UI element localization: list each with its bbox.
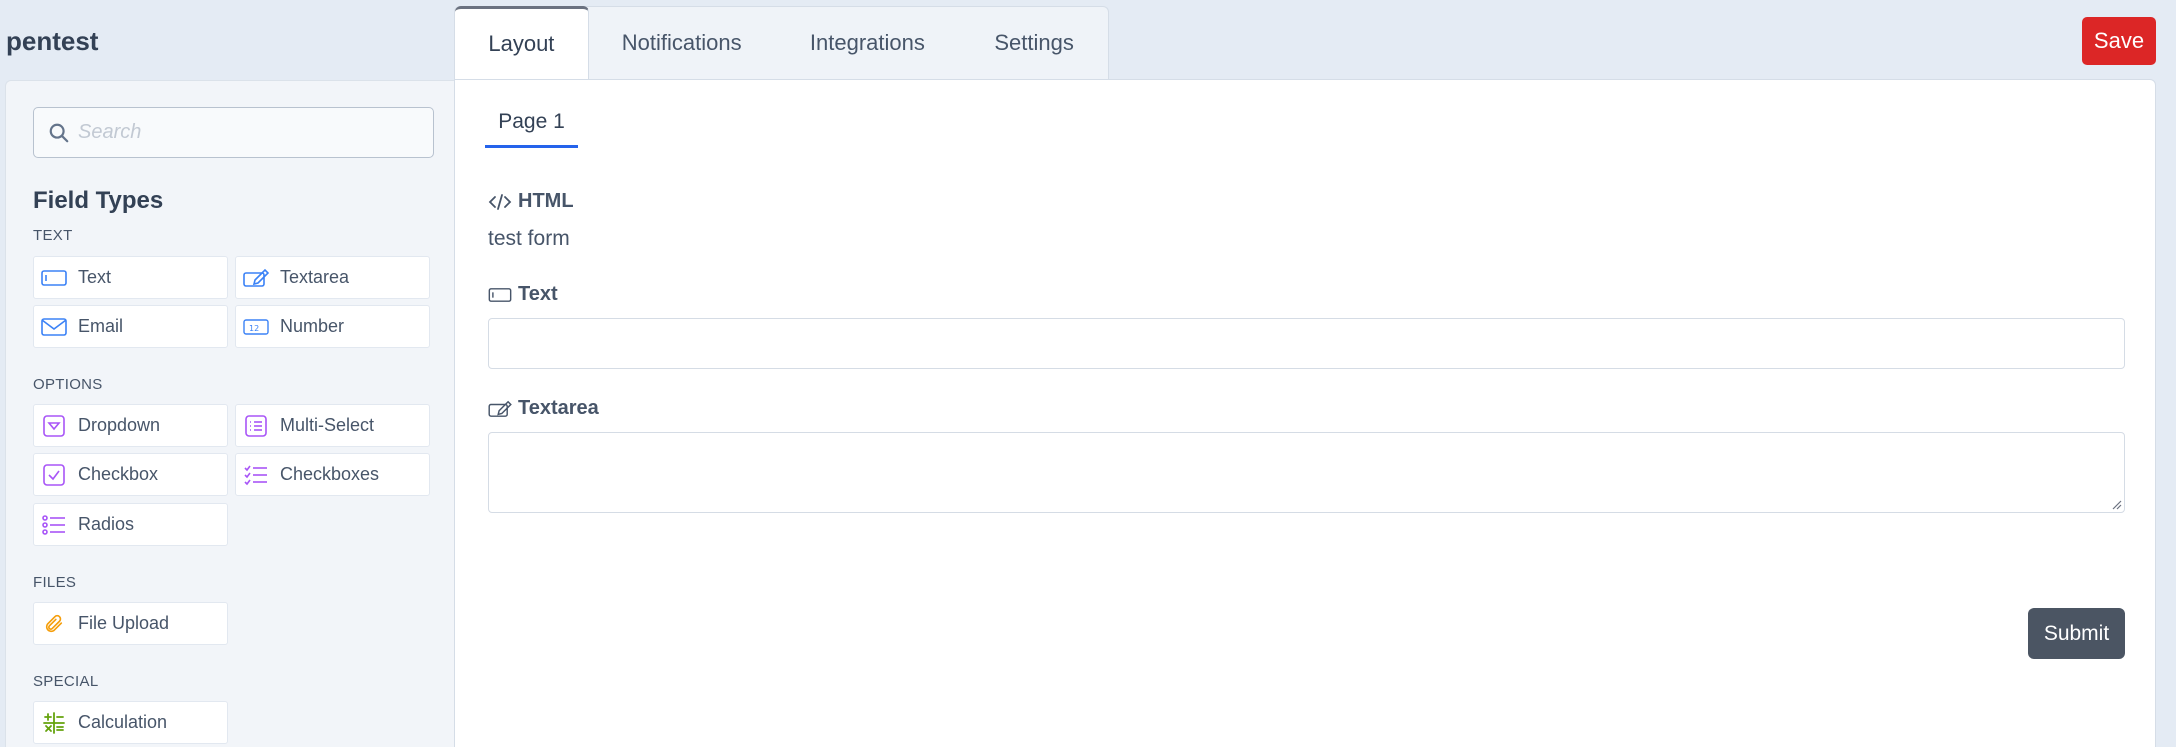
textarea-label-text: Textarea [518, 397, 599, 419]
field-type-text[interactable]: Text [33, 256, 228, 299]
textarea-input[interactable] [488, 432, 2125, 513]
dropdown-icon [40, 414, 68, 438]
field-type-label: Number [280, 316, 345, 336]
field-types-sidebar: Field Types TEXT Text Textarea Email 12 … [5, 80, 454, 747]
calculator-icon [40, 711, 68, 735]
field-type-checkboxes[interactable]: Checkboxes [235, 453, 430, 496]
field-type-multi-select[interactable]: Multi-Select [235, 404, 430, 447]
text-input[interactable] [488, 318, 2125, 369]
app-title: pentest [6, 26, 99, 56]
field-type-label: Textarea [280, 267, 350, 287]
field-type-email[interactable]: Email [33, 305, 228, 348]
field-type-dropdown[interactable]: Dropdown [33, 404, 228, 447]
field-type-label: Multi-Select [280, 415, 375, 435]
resize-grip-icon[interactable] [2110, 498, 2122, 510]
form-builder-canvas: Page 1 HTML test form Text Textarea Subm… [454, 79, 2156, 747]
textarea-icon [488, 399, 512, 419]
field-type-file-upload[interactable]: File Upload [33, 602, 228, 645]
field-type-textarea[interactable]: Textarea [235, 256, 430, 299]
field-type-radios[interactable]: Radios [33, 503, 228, 546]
field-type-label: Text [78, 267, 112, 287]
field-types-heading: Field Types [33, 187, 164, 214]
checklist-icon [242, 463, 270, 487]
textarea-icon [242, 266, 270, 290]
checkbox-icon [40, 463, 68, 487]
radio-list-icon [40, 513, 68, 537]
field-type-checkbox[interactable]: Checkbox [33, 453, 228, 496]
field-type-label: Checkbox [78, 464, 159, 484]
paperclip-icon [40, 612, 68, 636]
field-type-label: File Upload [78, 613, 170, 633]
text-field-icon [488, 285, 512, 305]
field-type-calculation[interactable]: Calculation [33, 701, 228, 744]
text-field-icon [40, 266, 68, 290]
tab-notifications[interactable]: Notifications [589, 7, 775, 79]
tab-layout[interactable]: Layout [455, 6, 589, 79]
group-label-options: OPTIONS [33, 376, 103, 393]
field-type-label: Calculation [78, 712, 168, 732]
html-label-text: HTML [518, 190, 574, 212]
page-tab-1[interactable]: Page 1 [485, 106, 578, 148]
svg-text:12: 12 [249, 324, 259, 333]
search-icon [49, 123, 69, 143]
field-type-label: Email [78, 316, 124, 336]
html-content: test form [488, 227, 570, 250]
group-label-text: TEXT [33, 227, 73, 244]
code-icon [488, 192, 512, 212]
group-label-special: SPECIAL [33, 673, 99, 690]
group-label-files: FILES [33, 574, 77, 591]
field-type-number[interactable]: 12 Number [235, 305, 430, 348]
submit-button[interactable]: Submit [2028, 608, 2125, 659]
save-button[interactable]: Save [2082, 17, 2156, 65]
number-icon: 12 [242, 315, 270, 339]
search-input[interactable] [78, 108, 428, 157]
multi-select-icon [242, 414, 270, 438]
html-component-label[interactable]: HTML [488, 190, 574, 213]
tab-bar: Layout Notifications Integrations Settin… [454, 6, 1109, 79]
tab-integrations[interactable]: Integrations [775, 7, 961, 79]
text-label-text: Text [518, 283, 558, 305]
textarea-component-label[interactable]: Textarea [488, 397, 599, 420]
text-component-label[interactable]: Text [488, 283, 558, 306]
envelope-icon [40, 315, 68, 339]
tab-settings[interactable]: Settings [960, 7, 1108, 79]
field-type-label: Dropdown [78, 415, 161, 435]
field-type-label: Radios [78, 514, 135, 534]
search-box[interactable] [33, 107, 434, 158]
field-type-label: Checkboxes [280, 464, 380, 484]
